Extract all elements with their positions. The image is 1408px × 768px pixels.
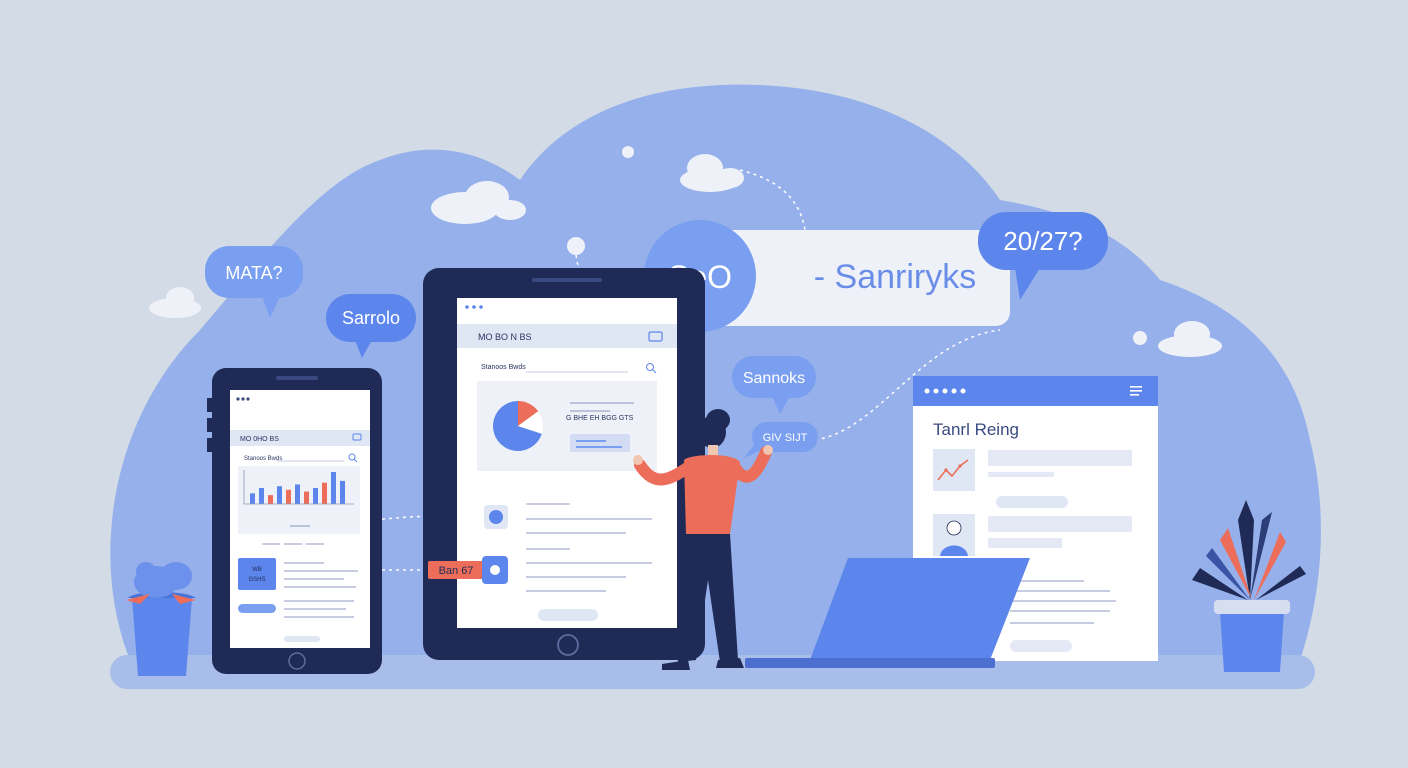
tablet-device: MO BO N BS Stanoos Bwds G BHE EH BGG GTS xyxy=(423,268,705,660)
pie-chart-icon xyxy=(493,401,543,451)
bubble-small-text: GIV SIJT xyxy=(763,432,808,444)
browser-header xyxy=(913,376,1158,406)
tag-text: Ban 67 xyxy=(439,565,474,577)
phone-header-text: MO 0HO BS xyxy=(240,436,279,443)
tablet-button[interactable] xyxy=(538,609,598,621)
browser-title: Tanrl Reing xyxy=(933,420,1019,439)
bar xyxy=(277,486,282,504)
bar xyxy=(322,482,327,504)
bar xyxy=(295,484,300,504)
bubble-mata-text: MATA? xyxy=(225,263,282,283)
bubble-sannoks-text: Sannoks xyxy=(743,370,805,387)
phone-device: MO 0HO BS Stanoos Bwds WB GSHS xyxy=(207,368,382,674)
cloud-icon xyxy=(149,287,201,318)
search-bar-text: - Sanriryks xyxy=(814,258,976,296)
bar xyxy=(331,472,336,504)
bubble-date-text: 20/27? xyxy=(1003,226,1083,256)
bar xyxy=(250,493,255,504)
phone-card[interactable] xyxy=(238,558,276,590)
bar xyxy=(286,489,291,504)
tablet-search-label: Stanoos Bwds xyxy=(481,364,526,371)
tablet-card[interactable] xyxy=(570,434,630,452)
tablet-header-text: MO BO N BS xyxy=(478,332,532,342)
bar xyxy=(340,480,345,504)
bar xyxy=(313,488,318,504)
illustration: MATA? Sarrolo - Sanriryks SeO 20/27? San… xyxy=(110,84,1321,689)
bar xyxy=(304,491,309,504)
bar xyxy=(268,495,273,504)
bubble-sarrolo-text: Sarrolo xyxy=(342,308,400,328)
bar xyxy=(259,488,264,504)
phone-button[interactable] xyxy=(238,604,276,613)
tablet-card-text: G BHE EH BGG GTS xyxy=(566,415,634,422)
tablet-icon-1[interactable] xyxy=(489,510,503,524)
chart-icon xyxy=(933,449,975,491)
phone-card-text-1: WB xyxy=(252,567,262,573)
phone-card-text-2: GSHS xyxy=(248,577,265,583)
